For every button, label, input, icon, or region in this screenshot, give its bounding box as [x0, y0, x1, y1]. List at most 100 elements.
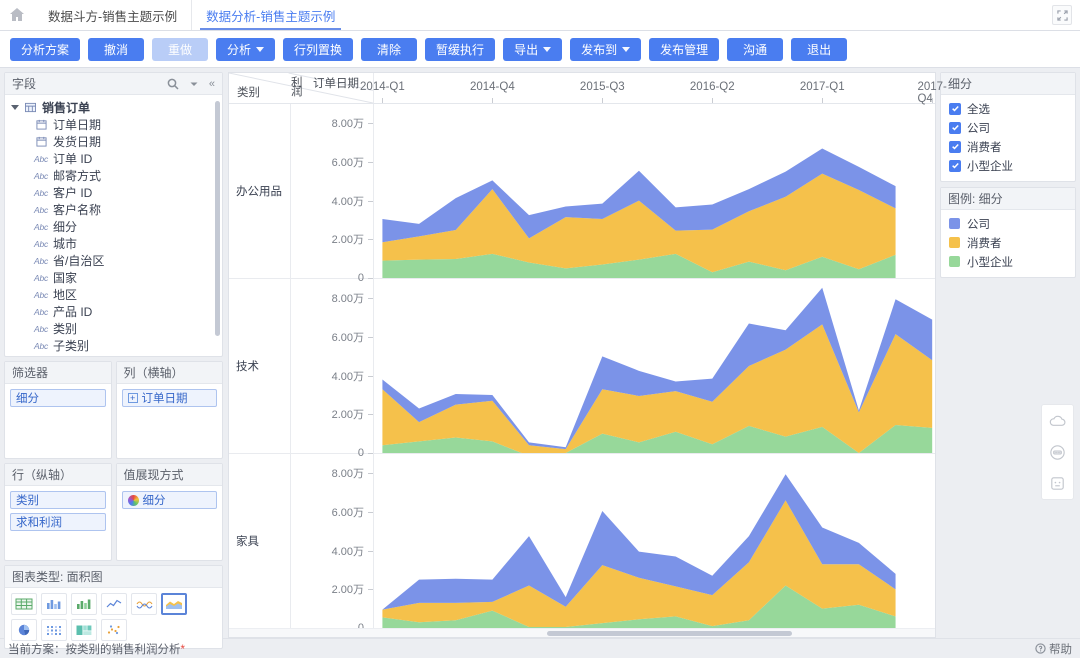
- field-item-6[interactable]: Abc 细分: [5, 218, 222, 235]
- field-item-label: 省/自治区: [53, 254, 105, 268]
- bar-chart-icon[interactable]: [41, 593, 67, 615]
- plot-area[interactable]: [374, 279, 935, 453]
- filter-checkbox-label: 小型企业: [967, 160, 1013, 173]
- calendar-icon: [33, 119, 49, 130]
- toolbar-button-5[interactable]: 清除: [361, 37, 418, 61]
- field-item-0[interactable]: 订单日期: [5, 116, 222, 133]
- fields-panel-header: 字段 «: [5, 73, 222, 95]
- checkbox-icon[interactable]: [949, 140, 961, 153]
- pie-chart-icon[interactable]: [11, 619, 37, 641]
- checkbox-icon[interactable]: [949, 159, 961, 172]
- chart-horizontal-scrollbar[interactable]: [229, 628, 935, 637]
- field-root[interactable]: 销售订单: [5, 99, 222, 116]
- filter-checkbox-1[interactable]: 公司: [941, 118, 1075, 137]
- field-item-12[interactable]: Abc 类别: [5, 320, 222, 337]
- field-item-1[interactable]: 发货日期: [5, 133, 222, 150]
- cloud-icon[interactable]: [1047, 410, 1069, 432]
- filter-checkbox-2[interactable]: 消费者: [941, 137, 1075, 156]
- field-item-8[interactable]: Abc 省/自治区: [5, 252, 222, 269]
- x-axis-tick-mark: [382, 98, 384, 103]
- filter-checkbox-3[interactable]: 小型企业: [941, 156, 1075, 175]
- tab-0[interactable]: 数据斗方-销售主题示例: [34, 0, 191, 30]
- plot-area[interactable]: [374, 454, 935, 628]
- marks-shelf[interactable]: 值展现方式 细分: [115, 463, 223, 561]
- toolbar-button-2[interactable]: 重做: [152, 37, 209, 61]
- y-axis-tick-label: 6.00万: [331, 507, 364, 519]
- field-item-13[interactable]: Abc 子类别: [5, 337, 222, 354]
- chart-panel-row: 家具02.00万4.00万6.00万8.00万: [229, 454, 935, 634]
- y-axis-tick-mark: [368, 337, 373, 338]
- filter-checkbox-0[interactable]: 全选: [941, 99, 1075, 118]
- field-item-3[interactable]: Abc 邮寄方式: [5, 167, 222, 184]
- toolbar-button-9[interactable]: 发布管理: [649, 37, 720, 61]
- legend-swatch: [949, 256, 960, 267]
- marks-pill-label: 细分: [142, 495, 166, 507]
- tab-1[interactable]: 数据分析-销售主题示例: [191, 0, 349, 30]
- field-item-11[interactable]: Abc 产品 ID: [5, 303, 222, 320]
- legend-item-1[interactable]: 消费者: [941, 233, 1075, 252]
- toolbar-button-label: 暂缓执行: [436, 42, 485, 57]
- treemap-chart-icon[interactable]: [71, 619, 97, 641]
- fields-scrollbar[interactable]: [215, 101, 220, 336]
- rows-pill-2[interactable]: 求和利润: [10, 513, 106, 531]
- toolbar-button-3[interactable]: 分析: [216, 37, 276, 61]
- legend-item-0[interactable]: 公司: [941, 214, 1075, 233]
- toolbar-button-0[interactable]: 分析方案: [10, 37, 81, 61]
- field-item-4[interactable]: Abc 客户 ID: [5, 184, 222, 201]
- columns-shelf[interactable]: 列（横轴） + 订单日期: [115, 361, 223, 459]
- field-item-2[interactable]: Abc 订单 ID: [5, 150, 222, 167]
- fields-list[interactable]: 销售订单 订单日期 发货日期 Abc 订单 ID Abc 邮寄方式 Abc 客户 ID Abc 客…: [5, 95, 222, 356]
- collapse-icon[interactable]: «: [209, 78, 215, 90]
- field-item-10[interactable]: Abc 地区: [5, 286, 222, 303]
- field-item-5[interactable]: Abc 客户名称: [5, 201, 222, 218]
- toolbar-button-4[interactable]: 行列置换: [283, 37, 354, 61]
- legend-item-2[interactable]: 小型企业: [941, 252, 1075, 271]
- home-icon[interactable]: [0, 0, 34, 30]
- plus-icon[interactable]: +: [127, 393, 138, 403]
- corner-measure-label: 利润: [291, 77, 303, 98]
- help-button[interactable]: 帮助: [1035, 641, 1072, 657]
- filter-checkbox-label: 公司: [967, 122, 990, 135]
- tab-label: 数据斗方-销售主题示例: [48, 9, 178, 24]
- filter-shelf[interactable]: 筛选器 细分: [4, 361, 112, 459]
- line-chart-icon[interactable]: [101, 593, 127, 615]
- toolbar-button-6[interactable]: 暂缓执行: [425, 37, 496, 61]
- text-field-icon: Abc: [33, 306, 49, 317]
- filter-checkbox-label: 消费者: [967, 141, 1002, 154]
- toolbar-button-11[interactable]: 退出: [791, 37, 848, 61]
- rows-pill-1[interactable]: 类别: [10, 491, 106, 509]
- toolbar-button-8[interactable]: 发布到: [570, 37, 642, 61]
- tab-label: 数据分析-销售主题示例: [206, 9, 336, 24]
- table-icon: [22, 102, 38, 113]
- toolbar-button-label: 退出: [807, 42, 832, 57]
- scatter-chart-icon[interactable]: [101, 619, 127, 641]
- filter-pill[interactable]: 细分: [10, 389, 106, 407]
- row-header: 技术: [229, 279, 291, 453]
- table-chart-icon[interactable]: [11, 593, 37, 615]
- shelf-grid-top: 筛选器 细分 列（横轴） + 订单日期: [4, 361, 223, 459]
- x-axis-tick-label: 2015-Q3: [579, 81, 625, 93]
- toolbar-button-7[interactable]: 导出: [503, 37, 563, 61]
- fullscreen-icon[interactable]: [1052, 5, 1072, 25]
- chevron-down-icon[interactable]: [188, 78, 200, 90]
- columns-pill[interactable]: + 订单日期: [121, 389, 217, 407]
- checkbox-icon[interactable]: [949, 102, 961, 115]
- toolbar-circle-icon[interactable]: [1047, 441, 1069, 463]
- rows-shelf[interactable]: 行（纵轴） 类别 求和利润: [4, 463, 112, 561]
- y-axis-tick-label: 6.00万: [331, 157, 364, 169]
- expand-triangle-icon: [11, 105, 19, 110]
- checkbox-icon[interactable]: [949, 121, 961, 134]
- column-chart-icon[interactable]: [71, 593, 97, 615]
- plot-area[interactable]: [374, 104, 935, 278]
- search-icon[interactable]: [167, 78, 179, 90]
- toolbar-button-10[interactable]: 沟通: [727, 37, 784, 61]
- toolbar-button-1[interactable]: 撤消: [88, 37, 145, 61]
- area-chart-icon[interactable]: [161, 593, 187, 615]
- marks-pill[interactable]: 细分: [121, 491, 217, 509]
- field-item-7[interactable]: Abc 城市: [5, 235, 222, 252]
- matrix-chart-icon[interactable]: [41, 619, 67, 641]
- robot-icon[interactable]: [1047, 472, 1069, 494]
- multiline-chart-icon[interactable]: [131, 593, 157, 615]
- chart-header: 类别 利润 订单日期 2014-Q1 2014-Q4 2015-Q3 2016-Q2 2…: [229, 73, 947, 105]
- field-item-9[interactable]: Abc 国家: [5, 269, 222, 286]
